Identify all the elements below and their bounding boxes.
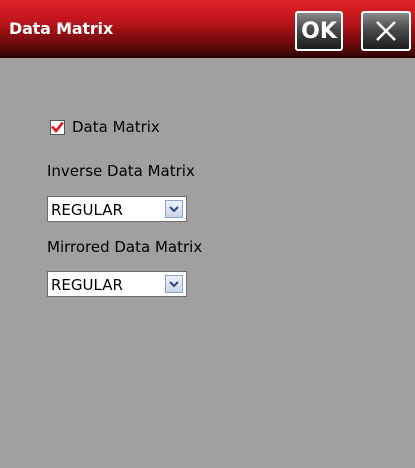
data-matrix-checkbox-label: Data Matrix <box>72 118 160 136</box>
inverse-data-matrix-value: REGULAR <box>51 201 123 219</box>
title-bar: Data Matrix OK <box>0 0 415 58</box>
data-matrix-checkbox[interactable] <box>50 119 65 135</box>
settings-panel: Data Matrix Inverse Data Matrix REGULAR … <box>0 66 415 468</box>
mirrored-data-matrix-label: Mirrored Data Matrix <box>47 238 203 256</box>
window-title: Data Matrix <box>9 19 113 38</box>
ok-button[interactable]: OK <box>295 11 343 51</box>
chevron-down-icon[interactable] <box>165 200 183 218</box>
chevron-down-icon[interactable] <box>165 275 183 293</box>
checkmark-icon <box>51 121 64 133</box>
close-button[interactable] <box>361 11 411 51</box>
inverse-data-matrix-select[interactable]: REGULAR <box>47 196 187 222</box>
data-matrix-toggle[interactable]: Data Matrix <box>50 118 160 136</box>
inverse-data-matrix-label: Inverse Data Matrix <box>47 162 195 180</box>
mirrored-data-matrix-value: REGULAR <box>51 276 123 294</box>
mirrored-data-matrix-select[interactable]: REGULAR <box>47 271 187 297</box>
close-icon <box>376 21 396 41</box>
